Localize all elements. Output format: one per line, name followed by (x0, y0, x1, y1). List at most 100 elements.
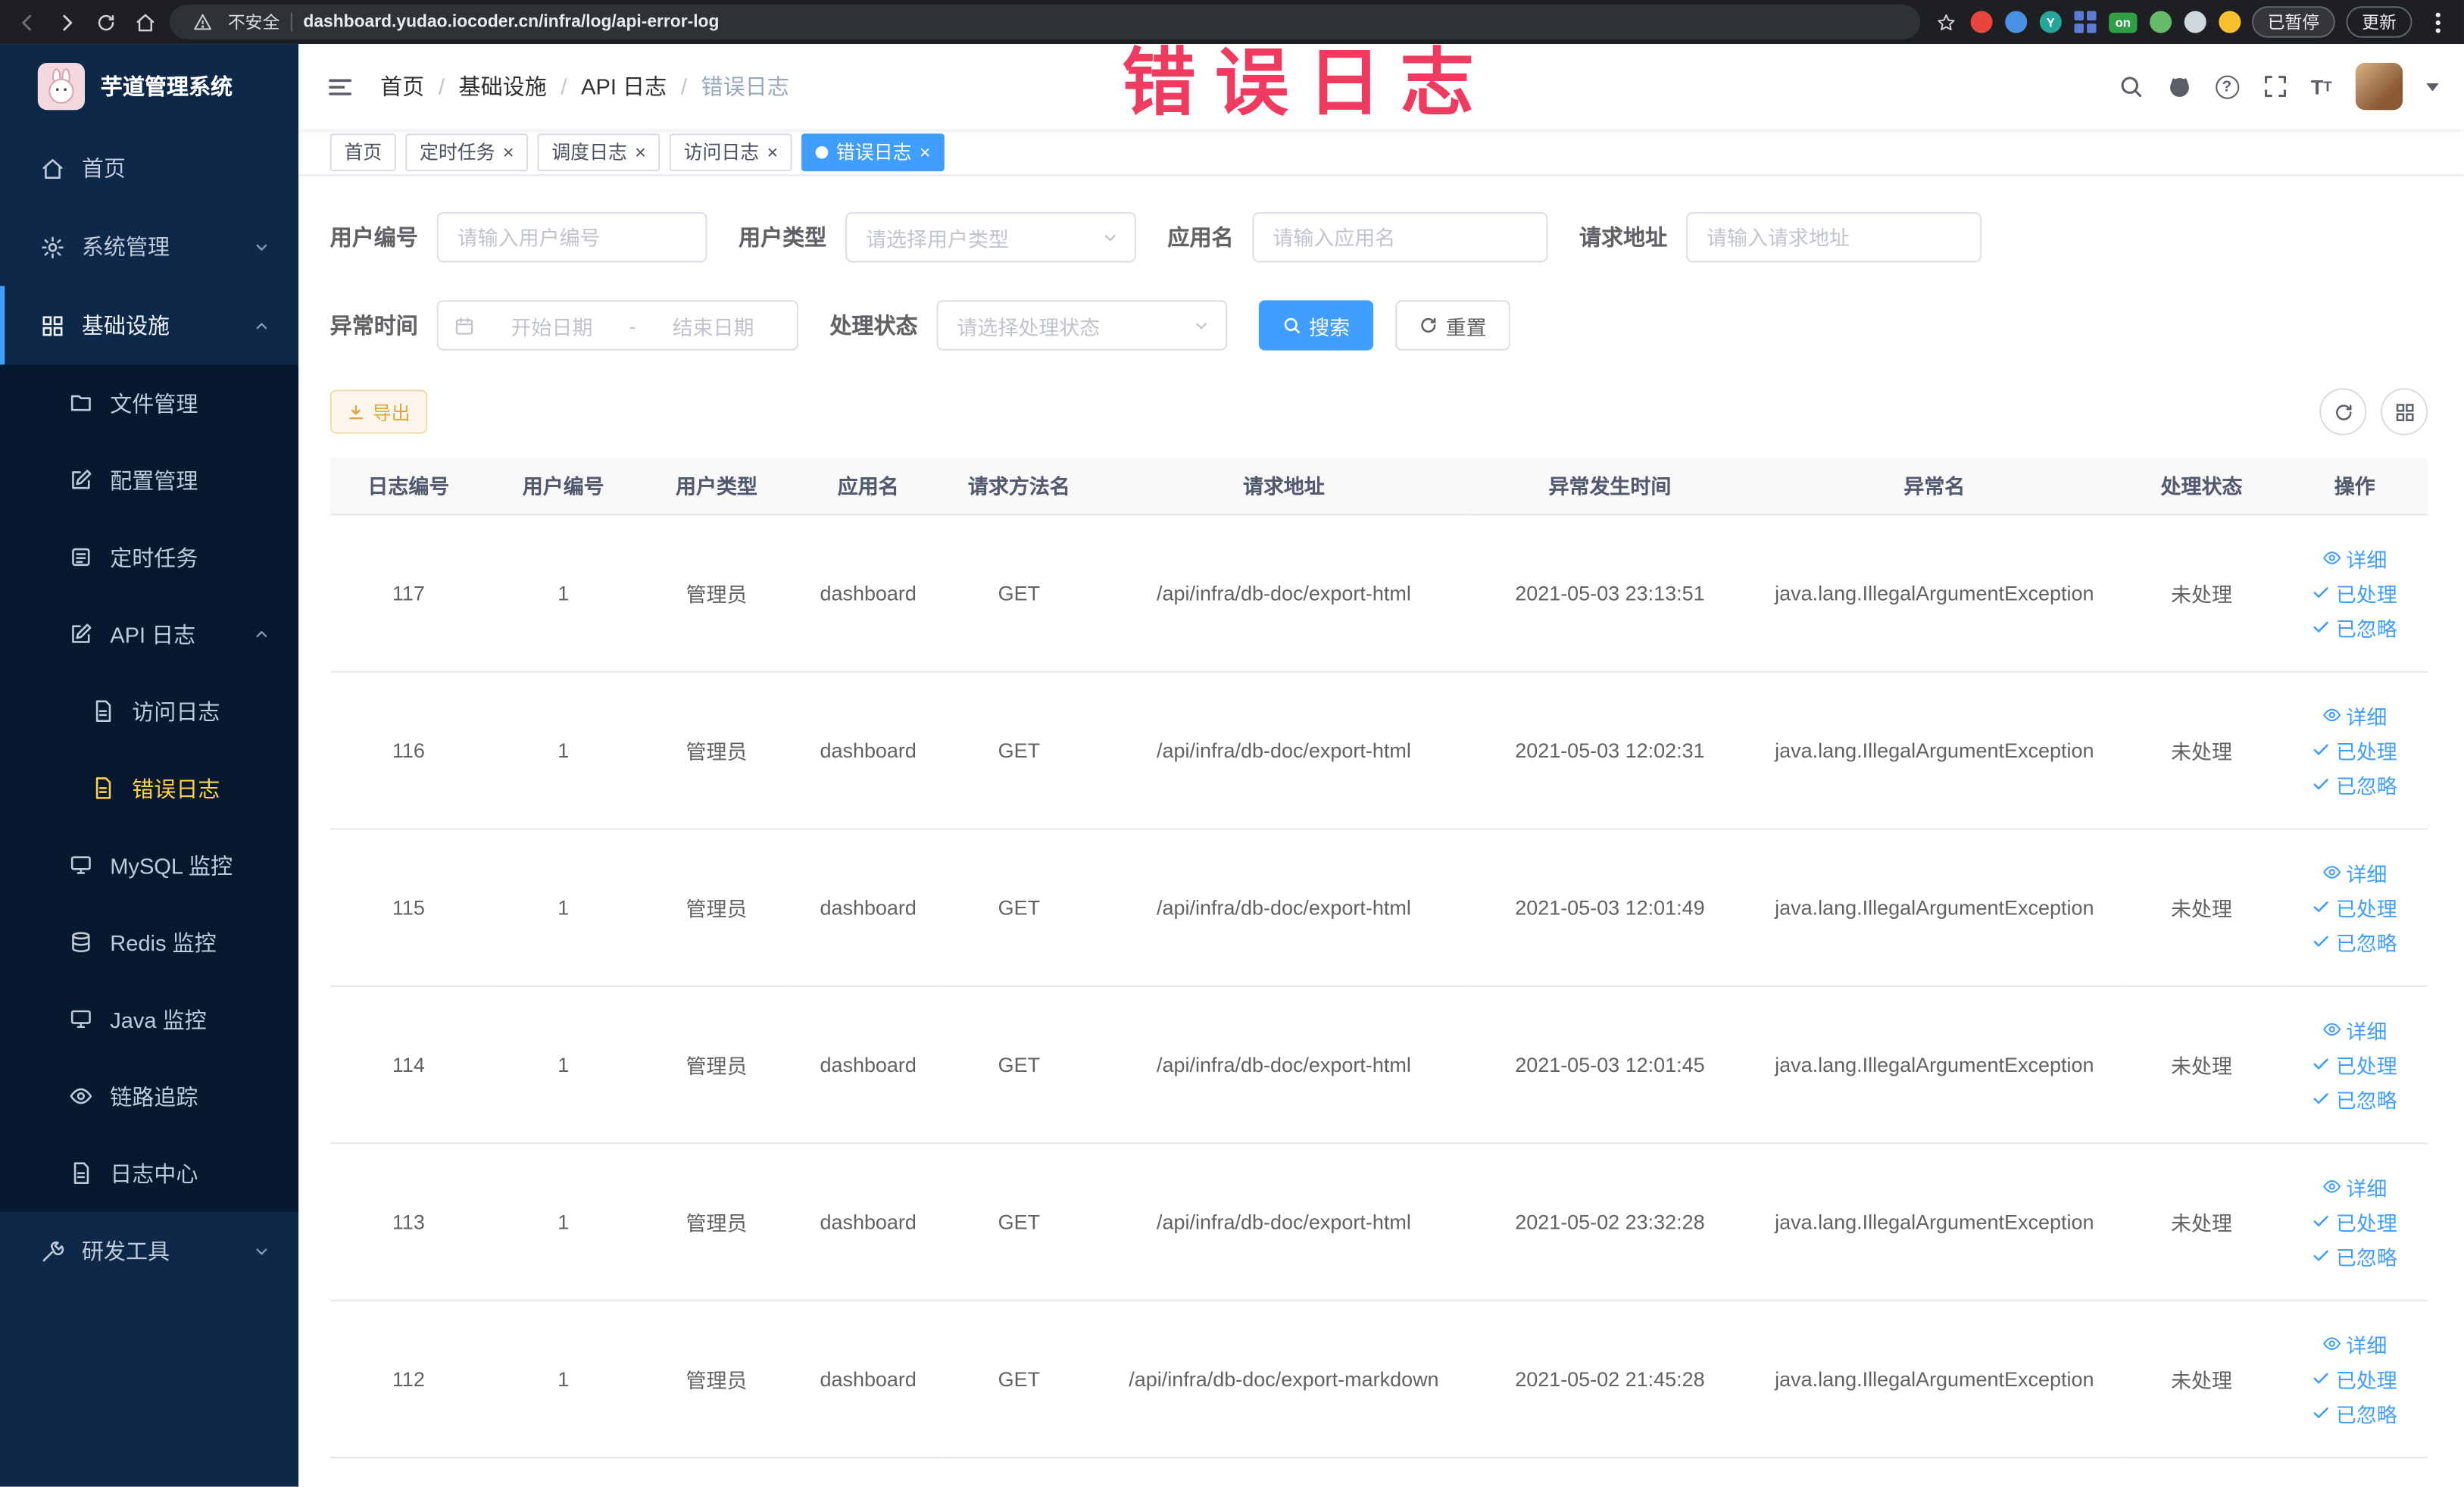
request-url-input[interactable] (1686, 212, 1982, 263)
log-id-cell: 117 (329, 514, 488, 672)
method-cell: GET (942, 514, 1095, 672)
header-search-icon[interactable] (2118, 74, 2143, 99)
check-icon (2314, 587, 2329, 598)
sidebar-item-redis-monitor[interactable]: Redis 监控 (0, 904, 298, 981)
sidebar-item-infrastructure[interactable]: 基础设施 (0, 286, 298, 365)
address-bar[interactable]: 不安全 dashboard.yudao.iocoder.cn/infra/log… (170, 5, 1921, 39)
browser-home-button[interactable] (130, 8, 158, 36)
bookmark-star-icon[interactable] (1932, 8, 1960, 36)
avatar-caret-down-icon[interactable] (2426, 82, 2439, 91)
sidebar-item-mysql-monitor[interactable]: MySQL 监控 (0, 826, 298, 904)
process-status-select[interactable]: 请选择处理状态 (936, 300, 1228, 351)
method-cell: GET (942, 828, 1095, 986)
detail-link[interactable]: 详细 (2322, 1014, 2387, 1044)
detail-link[interactable]: 详细 (2322, 858, 2387, 887)
user-id-cell: 1 (487, 514, 640, 672)
error-log-table-body: 117 1 管理员 dashboard GET /api/infra/db-do… (329, 514, 2428, 1458)
ignored-link[interactable]: 已忽略 (2313, 1398, 2397, 1427)
user-id-input[interactable] (436, 212, 707, 263)
column-header-app-name: 应用名 (793, 457, 943, 515)
monitor-icon (70, 856, 91, 874)
sidebar-item-config-management[interactable]: 配置管理 (0, 442, 298, 519)
browser-update-button[interactable]: 更新 (2346, 6, 2412, 38)
sidebar-item-file-management[interactable]: 文件管理 (0, 364, 298, 442)
sidebar-item-error-logs[interactable]: 错误日志 (0, 750, 298, 827)
user-avatar[interactable] (2355, 62, 2403, 111)
breadcrumb-home[interactable]: 首页 (380, 70, 424, 102)
ignored-link[interactable]: 已忽略 (2313, 1083, 2397, 1113)
close-icon[interactable]: × (767, 142, 779, 161)
extension-icon-smiley[interactable] (2219, 11, 2241, 33)
extension-icon-blue-drop[interactable] (2005, 11, 2028, 33)
browser-back-button[interactable] (13, 8, 41, 36)
processed-link[interactable]: 已处理 (2313, 1206, 2397, 1236)
ignored-link[interactable]: 已忽略 (2313, 926, 2397, 956)
search-button[interactable]: 搜索 (1258, 300, 1374, 351)
page: 不安全 dashboard.yudao.iocoder.cn/infra/log… (0, 0, 2464, 1487)
tab-access-logs[interactable]: 访问日志 × (669, 133, 792, 171)
search-icon (1284, 317, 1300, 334)
browser-forward-button[interactable] (52, 8, 80, 36)
sidebar-item-log-center[interactable]: 日志中心 (0, 1135, 298, 1212)
extension-icon-leaf[interactable] (2150, 11, 2172, 33)
user-type-select[interactable]: 请选择用户类型 (845, 212, 1136, 263)
sidebar-item-scheduled-tasks[interactable]: 定时任务 (0, 519, 298, 596)
breadcrumb-api-logs[interactable]: API 日志 (581, 70, 667, 102)
sidebar: 芋道管理系统 首页 系统管理 基础设施 文件管理 配置管理 定时任务 API 日… (0, 44, 299, 1487)
column-settings-button[interactable] (2381, 388, 2428, 436)
extension-icon-grid[interactable] (2074, 11, 2097, 33)
sidebar-toggle-icon[interactable] (323, 70, 354, 102)
close-icon[interactable]: × (503, 142, 514, 161)
sidebar-item-api-logs[interactable]: API 日志 (0, 595, 298, 673)
ignored-link[interactable]: 已忽略 (2313, 770, 2397, 799)
tab-home[interactable]: 首页 (329, 133, 396, 171)
browser-menu-icon[interactable] (2423, 8, 2451, 36)
sidebar-item-dev-tools[interactable]: 研发工具 (0, 1212, 298, 1291)
detail-link[interactable]: 详细 (2322, 1329, 2387, 1358)
extension-icon-on-badge[interactable]: on (2109, 11, 2138, 33)
ignored-link[interactable]: 已忽略 (2313, 1241, 2397, 1270)
browser-reload-button[interactable] (91, 8, 119, 36)
help-icon[interactable]: ? (2215, 74, 2239, 98)
processed-link[interactable]: 已处理 (2313, 735, 2397, 764)
breadcrumb-infrastructure[interactable]: 基础设施 (459, 70, 547, 102)
sidebar-item-home[interactable]: 首页 (0, 129, 298, 208)
browser-toolbar: 不安全 dashboard.yudao.iocoder.cn/infra/log… (0, 0, 2464, 45)
extension-icon-paw[interactable] (2184, 11, 2206, 33)
app-name-input[interactable] (1252, 212, 1548, 263)
column-header-log-id: 日志编号 (329, 457, 488, 515)
github-icon[interactable] (2166, 74, 2191, 99)
reset-button[interactable]: 重置 (1395, 300, 1510, 351)
close-icon[interactable]: × (920, 142, 931, 161)
paused-button[interactable]: 已暂停 (2251, 6, 2335, 38)
tab-scheduled-tasks[interactable]: 定时任务 × (405, 133, 529, 171)
refresh-table-button[interactable] (2319, 388, 2367, 436)
extension-icon-y[interactable]: Y (2039, 11, 2062, 33)
request-url-label: 请求地址 (1579, 224, 1668, 250)
detail-link[interactable]: 详细 (2322, 543, 2387, 573)
sidebar-item-link-tracing[interactable]: 链路追踪 (0, 1057, 298, 1135)
tab-schedule-logs[interactable]: 调度日志 × (537, 133, 661, 171)
processed-link[interactable]: 已处理 (2313, 577, 2397, 607)
sidebar-item-system-management[interactable]: 系统管理 (0, 208, 298, 286)
security-warning-icon (189, 8, 217, 36)
sidebar-item-access-logs[interactable]: 访问日志 (0, 673, 298, 750)
ignored-link[interactable]: 已忽略 (2313, 612, 2397, 642)
rabbit-logo-icon (37, 62, 86, 111)
detail-link[interactable]: 详细 (2322, 700, 2387, 729)
processed-link[interactable]: 已处理 (2313, 1049, 2397, 1079)
font-size-icon[interactable]: TT (2311, 77, 2332, 97)
export-button[interactable]: 导出 (329, 389, 428, 434)
exception-time-range-picker[interactable]: 开始日期 - 结束日期 (436, 300, 798, 351)
actions-cell: 详细 已处理 已忽略 (2281, 1299, 2428, 1458)
sidebar-item-java-monitor[interactable]: Java 监控 (0, 981, 298, 1058)
tab-error-logs[interactable]: 错误日志 × (801, 133, 945, 171)
close-icon[interactable]: × (635, 142, 646, 161)
processed-link[interactable]: 已处理 (2313, 892, 2397, 921)
toolbar-right (2305, 388, 2428, 436)
detail-link[interactable]: 详细 (2322, 1172, 2387, 1201)
fullscreen-icon[interactable] (2262, 74, 2287, 99)
time-cell: 2021-05-03 12:01:45 (1472, 985, 1747, 1144)
processed-link[interactable]: 已处理 (2313, 1364, 2397, 1393)
extension-icon-red[interactable] (1970, 11, 1993, 33)
